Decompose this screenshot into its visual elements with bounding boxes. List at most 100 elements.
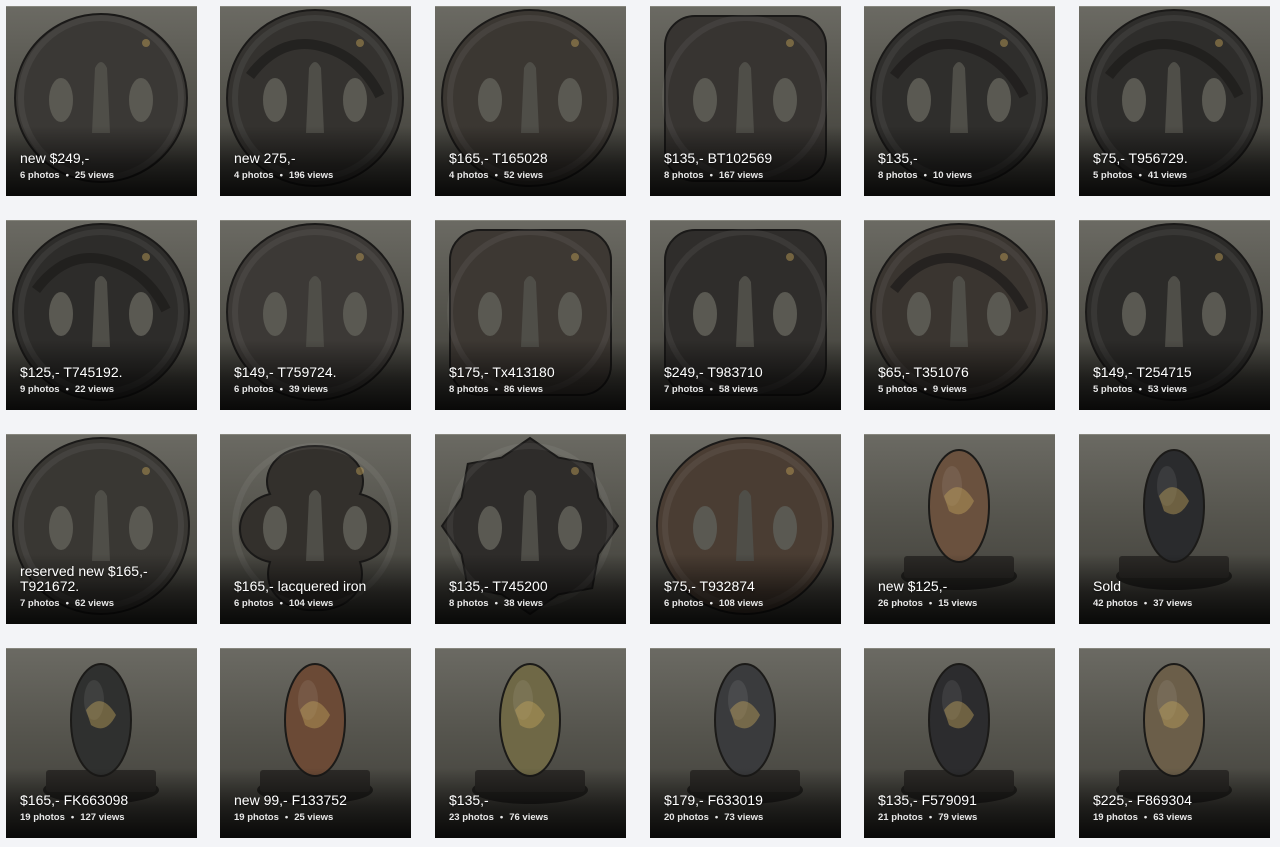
separator-dot: •: [1138, 170, 1142, 181]
view-count: 53 views: [1147, 384, 1188, 395]
separator-dot: •: [1138, 384, 1142, 395]
card-stats: 42 photos • 37 views: [1093, 598, 1192, 610]
card-stats: 6 photos • 39 views: [234, 384, 328, 396]
separator-dot: •: [284, 812, 289, 823]
gallery-card[interactable]: $135,- F579091 21 photos • 79 views: [864, 648, 1055, 838]
card-stats: 5 photos • 9 views: [878, 384, 967, 396]
card-title: $165,- lacquered iron: [234, 578, 367, 594]
photo-gallery-grid: new $249,- 6 photos • 25 views new 275,- 4 ph…: [0, 0, 1280, 847]
card-stats: 9 photos • 22 views: [20, 384, 114, 396]
separator-dot: •: [709, 384, 713, 395]
gallery-card[interactable]: $135,- BT102569 8 photos • 167 views: [650, 6, 841, 196]
card-stats: 8 photos • 167 views: [664, 170, 763, 182]
card-title: $175,- Tx413180: [449, 364, 555, 380]
card-title: $165,- FK663098: [20, 792, 129, 808]
card-stats: 6 photos • 25 views: [20, 170, 114, 182]
gallery-card[interactable]: new 275,- 4 photos • 196 views: [220, 6, 411, 196]
card-title: new $125,-: [878, 578, 948, 594]
photo-count: 7 photos: [20, 598, 60, 609]
photo-count: 19 photos: [234, 812, 279, 823]
card-title: $249,- T983710: [664, 364, 763, 380]
view-count: 86 views: [503, 384, 544, 395]
photo-count: 9 photos: [20, 384, 60, 395]
view-count: 73 views: [724, 812, 764, 823]
view-count: 104 views: [288, 598, 334, 609]
view-count: 39 views: [288, 384, 329, 395]
photo-count: 5 photos: [1093, 170, 1133, 181]
gallery-card[interactable]: $65,- T351076 5 photos • 9 views: [864, 220, 1055, 410]
gallery-card[interactable]: $179,- F633019 20 photos • 73 views: [650, 648, 841, 838]
gallery-card[interactable]: $175,- Tx413180 8 photos • 86 views: [435, 220, 626, 410]
photo-count: 5 photos: [1093, 384, 1133, 395]
card-title: $179,- F633019: [664, 792, 763, 808]
gallery-card[interactable]: new $125,- 26 photos • 15 views: [864, 434, 1055, 624]
view-count: 22 views: [74, 384, 115, 395]
gallery-card[interactable]: new $249,- 6 photos • 25 views: [6, 6, 197, 196]
view-count: 25 views: [294, 812, 334, 823]
separator-dot: •: [65, 170, 69, 181]
separator-dot: •: [494, 170, 498, 181]
gallery-card[interactable]: $149,- T759724. 6 photos • 39 views: [220, 220, 411, 410]
card-stats: 8 photos • 10 views: [878, 170, 972, 182]
photo-count: 20 photos: [664, 812, 709, 823]
photo-count: 8 photos: [449, 598, 489, 609]
separator-dot: •: [709, 598, 713, 609]
photo-count: 42 photos: [1093, 598, 1138, 609]
view-count: 58 views: [718, 384, 759, 395]
card-title: new 275,-: [234, 150, 296, 166]
view-count: 52 views: [503, 170, 544, 181]
view-count: 127 views: [80, 812, 125, 823]
gallery-card[interactable]: $135,- 8 photos • 10 views: [864, 6, 1055, 196]
view-count: 41 views: [1147, 170, 1188, 181]
gallery-card[interactable]: reserved new $165,- T921672. 7 photos • 62 …: [6, 434, 197, 624]
card-stats: 5 photos • 41 views: [1093, 170, 1187, 182]
card-stats: 8 photos • 86 views: [449, 384, 543, 396]
photo-count: 6 photos: [20, 170, 60, 181]
gallery-card[interactable]: $165,- T165028 4 photos • 52 views: [435, 6, 626, 196]
view-count: 10 views: [932, 170, 973, 181]
card-stats: 6 photos • 104 views: [234, 598, 333, 610]
card-stats: 7 photos • 62 views: [20, 598, 114, 610]
gallery-card[interactable]: $135,- 23 photos • 76 views: [435, 648, 626, 838]
card-stats: 19 photos • 127 views: [20, 812, 125, 824]
card-stats: 23 photos • 76 views: [449, 812, 548, 824]
photo-count: 4 photos: [234, 170, 274, 181]
photo-count: 21 photos: [878, 812, 923, 823]
gallery-card[interactable]: $75,- T956729. 5 photos • 41 views: [1079, 6, 1270, 196]
view-count: 196 views: [288, 170, 334, 181]
separator-dot: •: [70, 812, 75, 823]
gallery-card[interactable]: new 99,- F133752 19 photos • 25 views: [220, 648, 411, 838]
gallery-card[interactable]: $249,- T983710 7 photos • 58 views: [650, 220, 841, 410]
gallery-card[interactable]: $125,- T745192. 9 photos • 22 views: [6, 220, 197, 410]
separator-dot: •: [923, 384, 927, 395]
separator-dot: •: [279, 170, 283, 181]
card-title: $149,- T254715: [1093, 364, 1192, 380]
card-stats: 26 photos • 15 views: [878, 598, 977, 610]
card-stats: 20 photos • 73 views: [664, 812, 763, 824]
photo-count: 6 photos: [664, 598, 704, 609]
card-title: new $249,-: [20, 150, 90, 166]
card-stats: 4 photos • 52 views: [449, 170, 543, 182]
separator-dot: •: [928, 812, 933, 823]
separator-dot: •: [279, 384, 283, 395]
card-title: $135,- F579091: [878, 792, 977, 808]
photo-count: 8 photos: [878, 170, 918, 181]
card-title: $75,- T956729.: [1093, 150, 1188, 166]
gallery-card[interactable]: Sold 42 photos • 37 views: [1079, 434, 1270, 624]
gallery-card[interactable]: $165,- lacquered iron 6 photos • 104 views: [220, 434, 411, 624]
gallery-card[interactable]: $149,- T254715 5 photos • 53 views: [1079, 220, 1270, 410]
card-title: reserved new $165,- T921672.: [20, 563, 148, 594]
photo-count: 19 photos: [1093, 812, 1138, 823]
separator-dot: •: [494, 598, 498, 609]
gallery-card[interactable]: $135,- T745200 8 photos • 38 views: [435, 434, 626, 624]
view-count: 167 views: [718, 170, 764, 181]
photo-count: 5 photos: [878, 384, 918, 395]
view-count: 108 views: [718, 598, 764, 609]
card-stats: 5 photos • 53 views: [1093, 384, 1187, 396]
gallery-card[interactable]: $75,- T932874 6 photos • 108 views: [650, 434, 841, 624]
gallery-card[interactable]: $225,- F869304 19 photos • 63 views: [1079, 648, 1270, 838]
gallery-card[interactable]: $165,- FK663098 19 photos • 127 views: [6, 648, 197, 838]
view-count: 62 views: [74, 598, 115, 609]
card-stats: 4 photos • 196 views: [234, 170, 333, 182]
photo-count: 7 photos: [664, 384, 704, 395]
